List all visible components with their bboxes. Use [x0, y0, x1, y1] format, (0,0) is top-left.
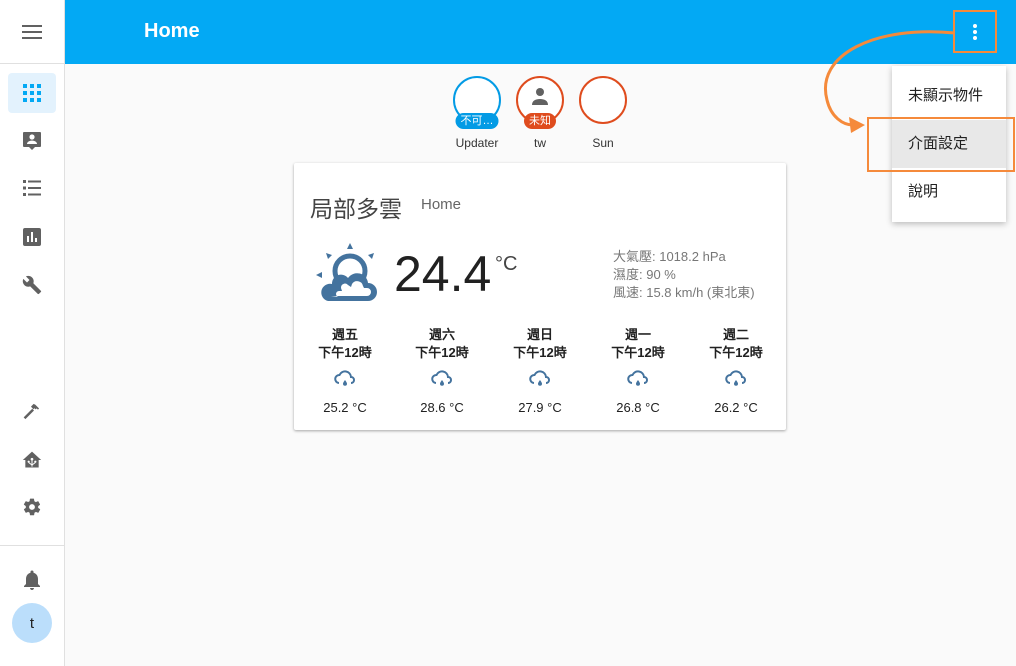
- sidebar-item-logbook[interactable]: [8, 168, 56, 208]
- forecast-weekday: 週六: [428, 327, 455, 342]
- forecast-weekday: 週一: [624, 327, 651, 342]
- forecast-temperature: 28.6 °C: [420, 400, 464, 415]
- gear-icon: [23, 498, 41, 516]
- hamburger-icon: [22, 24, 42, 39]
- badge-updater[interactable]: 不可… Updater: [453, 76, 501, 150]
- wrench-icon: [22, 275, 42, 295]
- sidebar-item-configuration[interactable]: [8, 487, 56, 527]
- hammer-icon: [23, 403, 40, 420]
- rainy-cloud-icon: [529, 370, 550, 386]
- sidebar-item-settings-wrench[interactable]: [8, 265, 56, 305]
- account-box-icon: [23, 132, 41, 150]
- badge-status-tag: 不可…: [455, 113, 499, 129]
- current-temperature: 24.4: [394, 246, 492, 302]
- temperature-unit: °C: [495, 253, 518, 275]
- forecast-day: 週日 下午12時 27.9 °C: [500, 326, 580, 415]
- humidity-attribute: 濕度: 90 %: [613, 267, 676, 282]
- badge-label: Sun: [592, 136, 614, 150]
- chart-box-icon: [23, 228, 41, 246]
- forecast-weekday: 週二: [722, 327, 749, 342]
- weather-condition: 局部多雲: [310, 196, 402, 222]
- menu-toggle-button[interactable]: [0, 0, 64, 64]
- pressure-attribute: 大氣壓: 1018.2 hPa: [613, 249, 726, 264]
- sidebar: t: [0, 0, 65, 666]
- person-icon: [532, 88, 548, 105]
- sidebar-item-history[interactable]: [8, 217, 56, 257]
- badge-person-tw[interactable]: 未知 tw: [516, 76, 564, 150]
- badge-circle[interactable]: [579, 76, 627, 124]
- rainy-cloud-icon: [725, 370, 746, 386]
- menu-item-help[interactable]: 說明: [892, 168, 1006, 216]
- list-icon: [23, 180, 41, 196]
- sidebar-divider: [0, 545, 64, 546]
- partly-cloudy-icon: [316, 243, 377, 301]
- forecast-time: 下午12時: [415, 345, 469, 360]
- forecast-time: 下午12時: [318, 345, 372, 360]
- rainy-cloud-icon: [431, 370, 452, 386]
- forecast-temperature: 26.2 °C: [714, 400, 758, 415]
- sidebar-item-developer-tools[interactable]: [8, 391, 56, 431]
- forecast-time: 下午12時: [709, 345, 763, 360]
- sidebar-item-home-assistant[interactable]: [8, 440, 56, 480]
- forecast-temperature: 26.8 °C: [616, 400, 660, 415]
- sidebar-item-overview[interactable]: [8, 73, 56, 113]
- forecast-day: 週二 下午12時 26.2 °C: [696, 326, 776, 415]
- home-assistant-icon: [22, 451, 42, 468]
- forecast-time: 下午12時: [513, 345, 567, 360]
- grid-icon: [23, 84, 41, 102]
- sidebar-item-notifications[interactable]: [8, 560, 56, 600]
- moon-icon: [599, 91, 608, 109]
- weather-entity-name: Home: [421, 196, 462, 213]
- weather-card[interactable]: 局部多雲 Home 24.4 °C 大氣壓: 1018.2 hPa 濕度: 90…: [294, 163, 786, 430]
- wind-attribute: 風速: 15.8 km/h (東北東): [613, 285, 755, 300]
- forecast-weekday: 週五: [331, 327, 358, 342]
- sidebar-item-map[interactable]: [8, 121, 56, 161]
- badge-sun[interactable]: Sun: [579, 76, 627, 150]
- forecast-temperature: 25.2 °C: [323, 400, 367, 415]
- badge-status-tag: 未知: [524, 113, 556, 129]
- annotation-arrow: [824, 30, 956, 133]
- forecast-day: 週五 下午12時 25.2 °C: [305, 326, 385, 415]
- forecast-weekday: 週日: [526, 327, 553, 342]
- rainy-cloud-icon: [334, 370, 355, 386]
- forecast-day: 週六 下午12時 28.6 °C: [402, 326, 482, 415]
- forecast-day: 週一 下午12時 26.8 °C: [598, 326, 678, 415]
- forecast-time: 下午12時: [611, 345, 665, 360]
- user-avatar[interactable]: t: [12, 603, 52, 643]
- forecast-temperature: 27.9 °C: [518, 400, 562, 415]
- rainy-cloud-icon: [627, 370, 648, 386]
- page-title: Home: [144, 20, 200, 42]
- bell-icon: [24, 570, 40, 590]
